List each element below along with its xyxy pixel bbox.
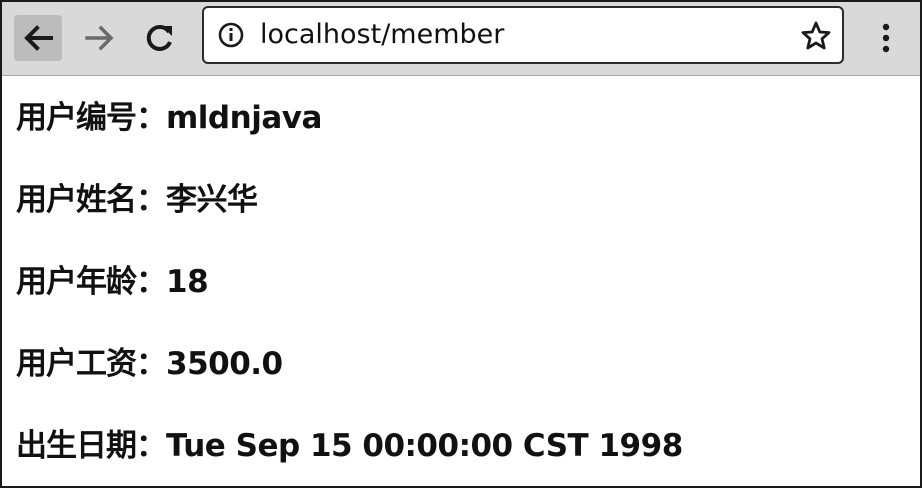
- browser-toolbar: localhost/member: [2, 2, 920, 76]
- field-label: 用户年龄：: [16, 264, 167, 300]
- field-value: 3500.0: [166, 346, 283, 382]
- info-icon[interactable]: [218, 22, 244, 48]
- star-icon[interactable]: [800, 20, 832, 52]
- address-bar[interactable]: localhost/member: [202, 6, 844, 64]
- kebab-menu-icon: [882, 23, 890, 53]
- member-details: 用户编号： mldnjava 用户姓名： 李兴华 用户年龄： 18 用户工资： 3500…: [16, 98, 683, 486]
- member-field-name: 用户姓名： 李兴华: [16, 180, 683, 262]
- arrow-left-icon: [24, 25, 53, 51]
- field-value: Tue Sep 15 00:00:00 CST 1998: [166, 428, 683, 464]
- field-label: 用户姓名：: [16, 182, 167, 218]
- member-field-birthday: 出生日期： Tue Sep 15 00:00:00 CST 1998: [16, 426, 683, 486]
- field-label: 出生日期：: [16, 428, 167, 464]
- reload-icon: [146, 24, 172, 51]
- url-text[interactable]: localhost/member: [260, 19, 504, 51]
- reload-button[interactable]: [136, 15, 184, 61]
- field-value: mldnjava: [166, 100, 322, 136]
- menu-button[interactable]: [868, 18, 904, 58]
- field-value: 李兴华: [166, 182, 258, 218]
- field-label: 用户编号：: [16, 100, 167, 136]
- arrow-right-icon: [85, 25, 114, 51]
- field-value: 18: [166, 264, 209, 300]
- member-field-id: 用户编号： mldnjava: [16, 98, 683, 180]
- field-label: 用户工资：: [16, 346, 167, 382]
- member-field-salary: 用户工资： 3500.0: [16, 344, 683, 426]
- member-field-age: 用户年龄： 18: [16, 262, 683, 344]
- forward-button[interactable]: [76, 15, 124, 61]
- browser-window: localhost/member 用户编号： mldnjava 用户姓名： 李兴华 …: [0, 0, 922, 488]
- back-button[interactable]: [14, 15, 62, 61]
